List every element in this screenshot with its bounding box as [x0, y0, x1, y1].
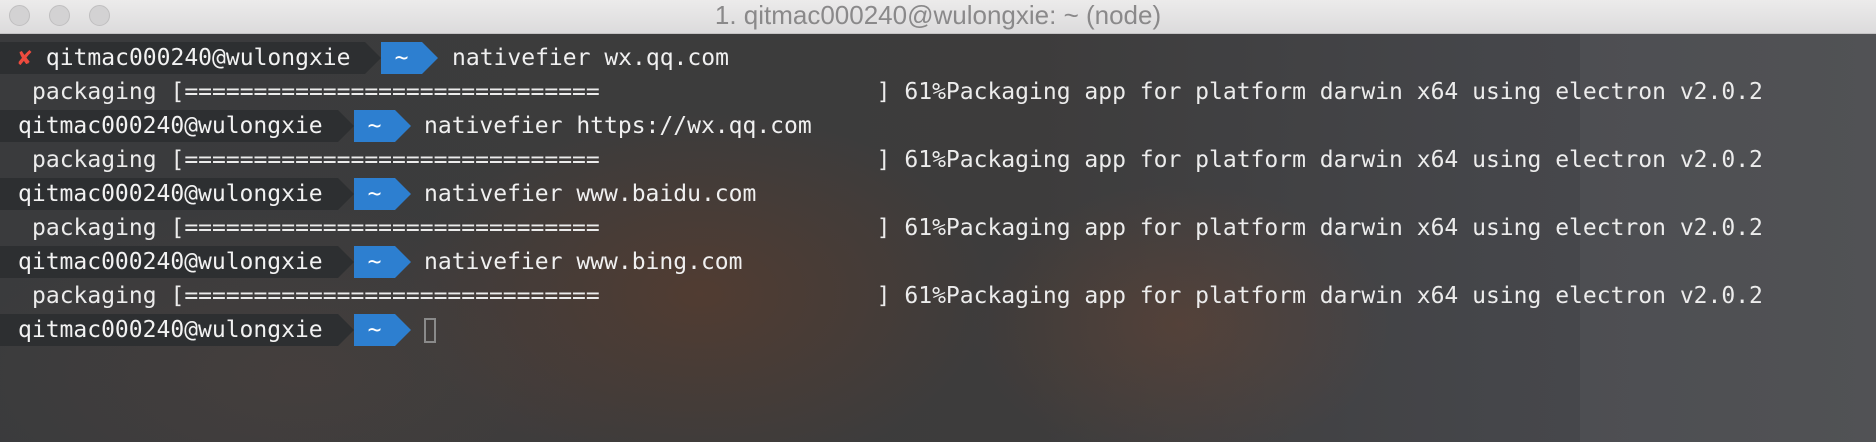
user-host: qitmac000240@wulongxie [45, 45, 351, 71]
prompt-user-segment: qitmac000240@wulongxie [0, 314, 338, 346]
prompt-line: qitmac000240@wulongxie ~ [0, 313, 1876, 347]
prompt-user-segment: qitmac000240@wulongxie [0, 246, 338, 278]
terminal-content[interactable]: ✘ qitmac000240@wulongxie ~ nativefier wx.… [0, 34, 1876, 442]
command-text: nativefier https://wx.qq.com [424, 113, 812, 139]
window-title: 1. qitmac000240@wulongxie: ~ (node) [714, 0, 1162, 30]
prompt-separator-arrow [365, 42, 381, 74]
prompt-dir-segment: ~ [354, 246, 395, 278]
prompt-dir-segment: ~ [381, 42, 422, 74]
user-host: qitmac000240@wulongxie [18, 249, 323, 275]
prompt-dir-segment: ~ [354, 314, 395, 346]
prompt-line: qitmac000240@wulongxie ~ nativefier www.… [0, 245, 1876, 279]
prompt-dir-segment: ~ [354, 178, 395, 210]
prompt-separator-arrow [338, 178, 354, 210]
prompt-separator-arrow [422, 42, 438, 74]
prompt-separator-arrow [395, 110, 411, 142]
prompt-line: qitmac000240@wulongxie ~ nativefier http… [0, 109, 1876, 143]
prompt-line: ✘ qitmac000240@wulongxie ~ nativefier wx.… [0, 41, 1876, 75]
prompt-separator-arrow [338, 110, 354, 142]
prompt-line: qitmac000240@wulongxie ~ nativefier www.… [0, 177, 1876, 211]
packaging-progress-output: packaging [=============================… [32, 283, 1763, 309]
packaging-progress-output: packaging [=============================… [32, 215, 1763, 241]
text-cursor[interactable] [424, 318, 436, 343]
user-host: qitmac000240@wulongxie [18, 317, 323, 343]
output-line: packaging [=============================… [0, 75, 1876, 109]
prompt-separator-arrow [338, 246, 354, 278]
prompt-user-segment: qitmac000240@wulongxie [0, 178, 338, 210]
user-host: qitmac000240@wulongxie [18, 113, 323, 139]
output-line: packaging [=============================… [0, 211, 1876, 245]
command-text: nativefier www.bing.com [424, 249, 743, 275]
packaging-progress-output: packaging [=============================… [32, 79, 1763, 105]
prompt-user-segment: qitmac000240@wulongxie [0, 110, 338, 142]
prompt-separator-arrow [395, 246, 411, 278]
prompt-separator-arrow [395, 178, 411, 210]
prompt-separator-arrow [395, 314, 411, 346]
user-host: qitmac000240@wulongxie [18, 181, 323, 207]
terminal-window: 1. qitmac000240@wulongxie: ~ (node) ✘ qit… [0, 0, 1876, 442]
command-text: nativefier www.baidu.com [424, 181, 757, 207]
output-line: packaging [=============================… [0, 143, 1876, 177]
output-line: packaging [=============================… [0, 279, 1876, 313]
prompt-dir-segment: ~ [354, 110, 395, 142]
prompt-separator-arrow [338, 314, 354, 346]
title-bar: 1. qitmac000240@wulongxie: ~ (node) [0, 0, 1876, 34]
error-status-icon: ✘ [18, 45, 32, 71]
prompt-user-segment: ✘ qitmac000240@wulongxie [0, 42, 365, 74]
packaging-progress-output: packaging [=============================… [32, 147, 1763, 173]
command-text: nativefier wx.qq.com [452, 45, 729, 71]
